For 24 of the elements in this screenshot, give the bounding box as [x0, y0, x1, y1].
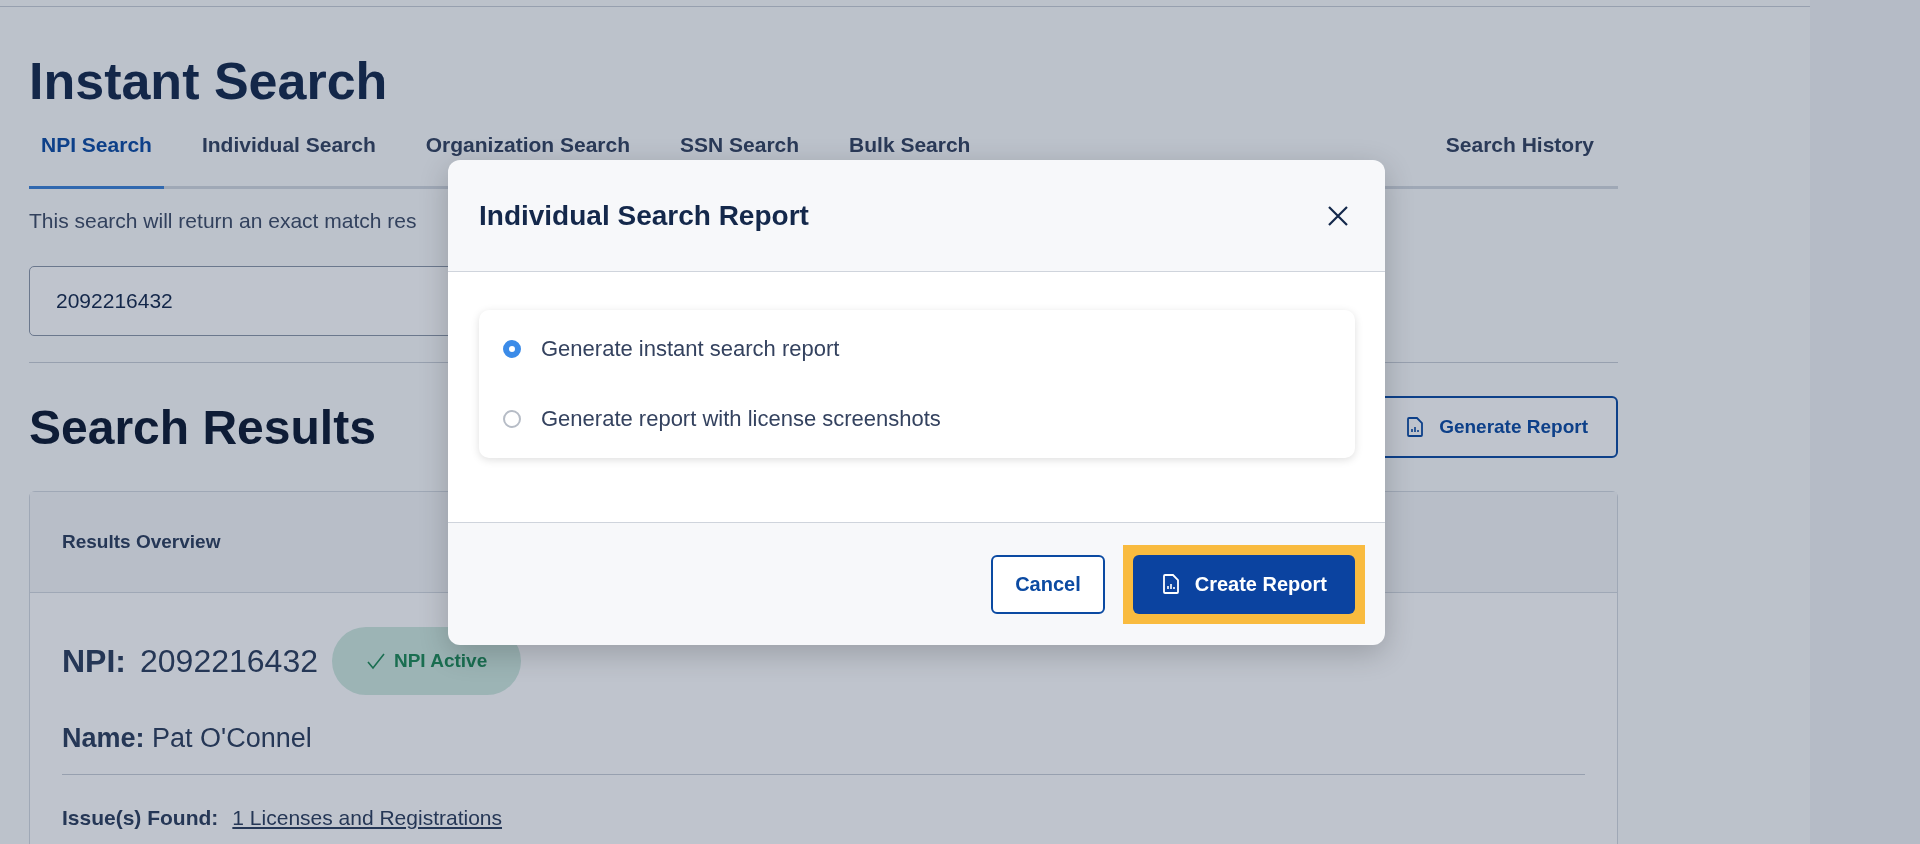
- check-icon: [365, 652, 386, 670]
- issues-link[interactable]: 1 Licenses and Registrations: [232, 806, 502, 830]
- npi-label: NPI:: [62, 642, 126, 680]
- results-title: Search Results: [29, 399, 376, 455]
- cancel-button[interactable]: Cancel: [991, 554, 1105, 614]
- close-icon: [1327, 204, 1349, 227]
- radio-option[interactable]: Generate report with license screenshots: [503, 406, 1331, 432]
- page-title: Instant Search: [29, 51, 389, 111]
- tab[interactable]: Individual Search: [189, 123, 388, 189]
- create-report-button[interactable]: Create Report: [1132, 554, 1355, 614]
- tab[interactable]: NPI Search: [29, 123, 164, 189]
- issues-label: Issue(s) Found:: [62, 806, 219, 830]
- document-chart-icon: [1162, 574, 1179, 594]
- search-history-tab[interactable]: Search History: [1433, 123, 1606, 189]
- card-title: Results Overview: [62, 531, 221, 553]
- document-chart-icon: [1407, 417, 1424, 437]
- radio-button[interactable]: [503, 410, 521, 428]
- dialog-title: Individual Search Report: [479, 199, 809, 232]
- npi-value: 2092216432: [140, 642, 318, 680]
- radio-option[interactable]: Generate instant search report: [503, 336, 1331, 362]
- name-text: Name: Pat O'Connel: [62, 723, 313, 754]
- radio-button[interactable]: [503, 340, 521, 358]
- description-text: This search will return an exact match res: [29, 209, 417, 233]
- status-badge: NPI Active: [331, 627, 522, 695]
